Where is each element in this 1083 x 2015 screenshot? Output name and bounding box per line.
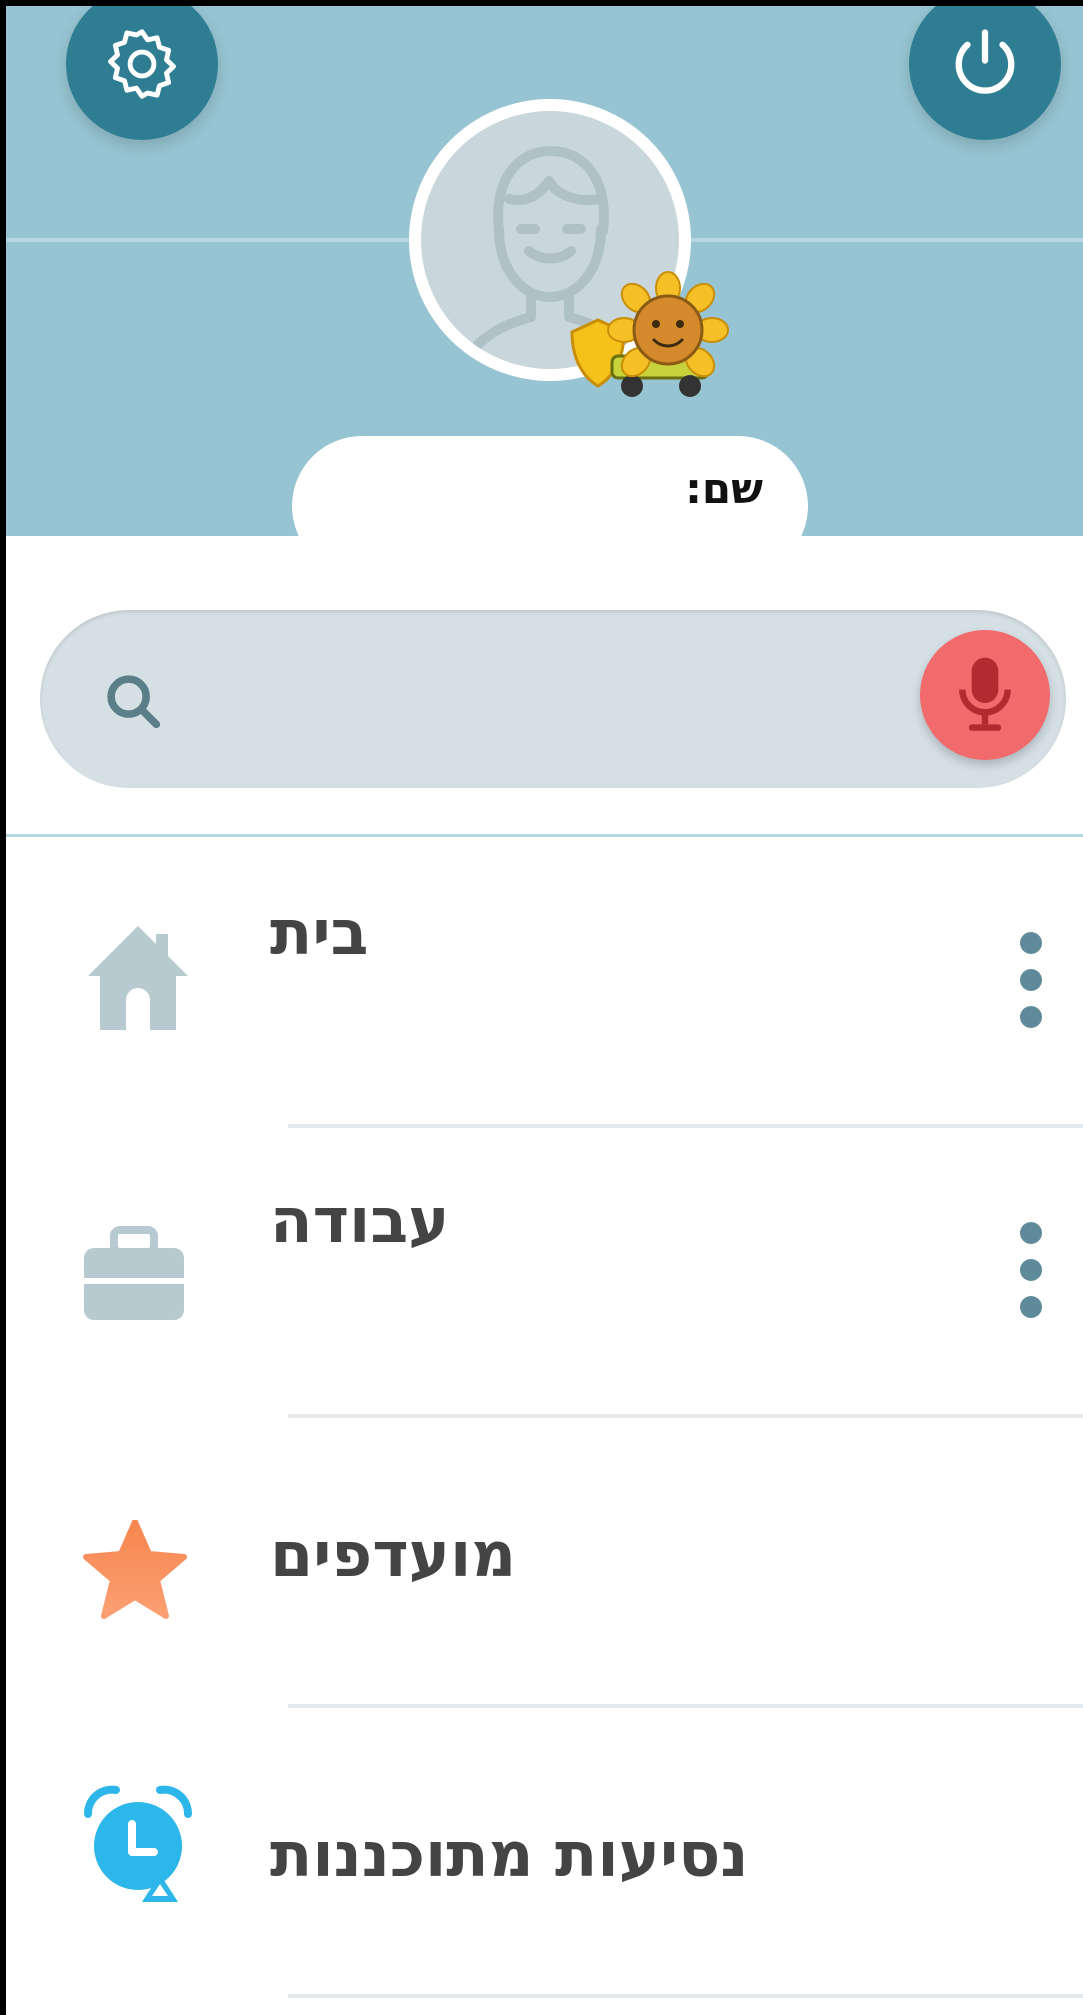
- menu-item-label: עבודה: [270, 1184, 450, 1257]
- menu-item-label: בית: [270, 896, 369, 969]
- profile-header: שם:: [0, 0, 1083, 536]
- search-icon: [107, 675, 161, 729]
- menu-separator: [288, 1994, 1083, 1998]
- menu-item-work[interactable]: עבודה: [0, 1130, 1083, 1420]
- search-bar[interactable]: [40, 610, 1066, 788]
- menu-separator: [288, 1414, 1083, 1418]
- name-field[interactable]: שם:: [292, 436, 808, 536]
- menu-separator: [288, 1124, 1083, 1128]
- briefcase-icon: [84, 1226, 184, 1320]
- gear-icon: [108, 29, 176, 99]
- power-button[interactable]: [909, 0, 1061, 140]
- alarm-clock-icon: [83, 1785, 193, 1902]
- menu-item-favorites[interactable]: מועדפים: [0, 1420, 1083, 1710]
- menu-item-label: נסיעות מתוכננות: [270, 1818, 749, 1891]
- search-input[interactable]: [190, 650, 894, 752]
- microphone-icon: [959, 657, 1011, 731]
- more-options-icon[interactable]: [1020, 1222, 1044, 1333]
- settings-button[interactable]: [66, 0, 218, 140]
- power-icon: [955, 29, 1015, 94]
- voice-search-button[interactable]: [920, 630, 1050, 760]
- star-icon: [83, 1520, 187, 1619]
- menu-item-home[interactable]: בית: [0, 840, 1083, 1130]
- home-icon: [88, 926, 188, 1030]
- menu-item-planned-drives[interactable]: נסיעות מתוכננות: [0, 1710, 1083, 2000]
- search-divider: [0, 834, 1083, 837]
- menu-item-label: מועדפים: [270, 1518, 517, 1591]
- name-label: שם:: [685, 464, 763, 513]
- more-options-icon[interactable]: [1020, 932, 1044, 1043]
- menu-separator: [288, 1704, 1083, 1708]
- sunflower-mood-icon: [570, 271, 729, 397]
